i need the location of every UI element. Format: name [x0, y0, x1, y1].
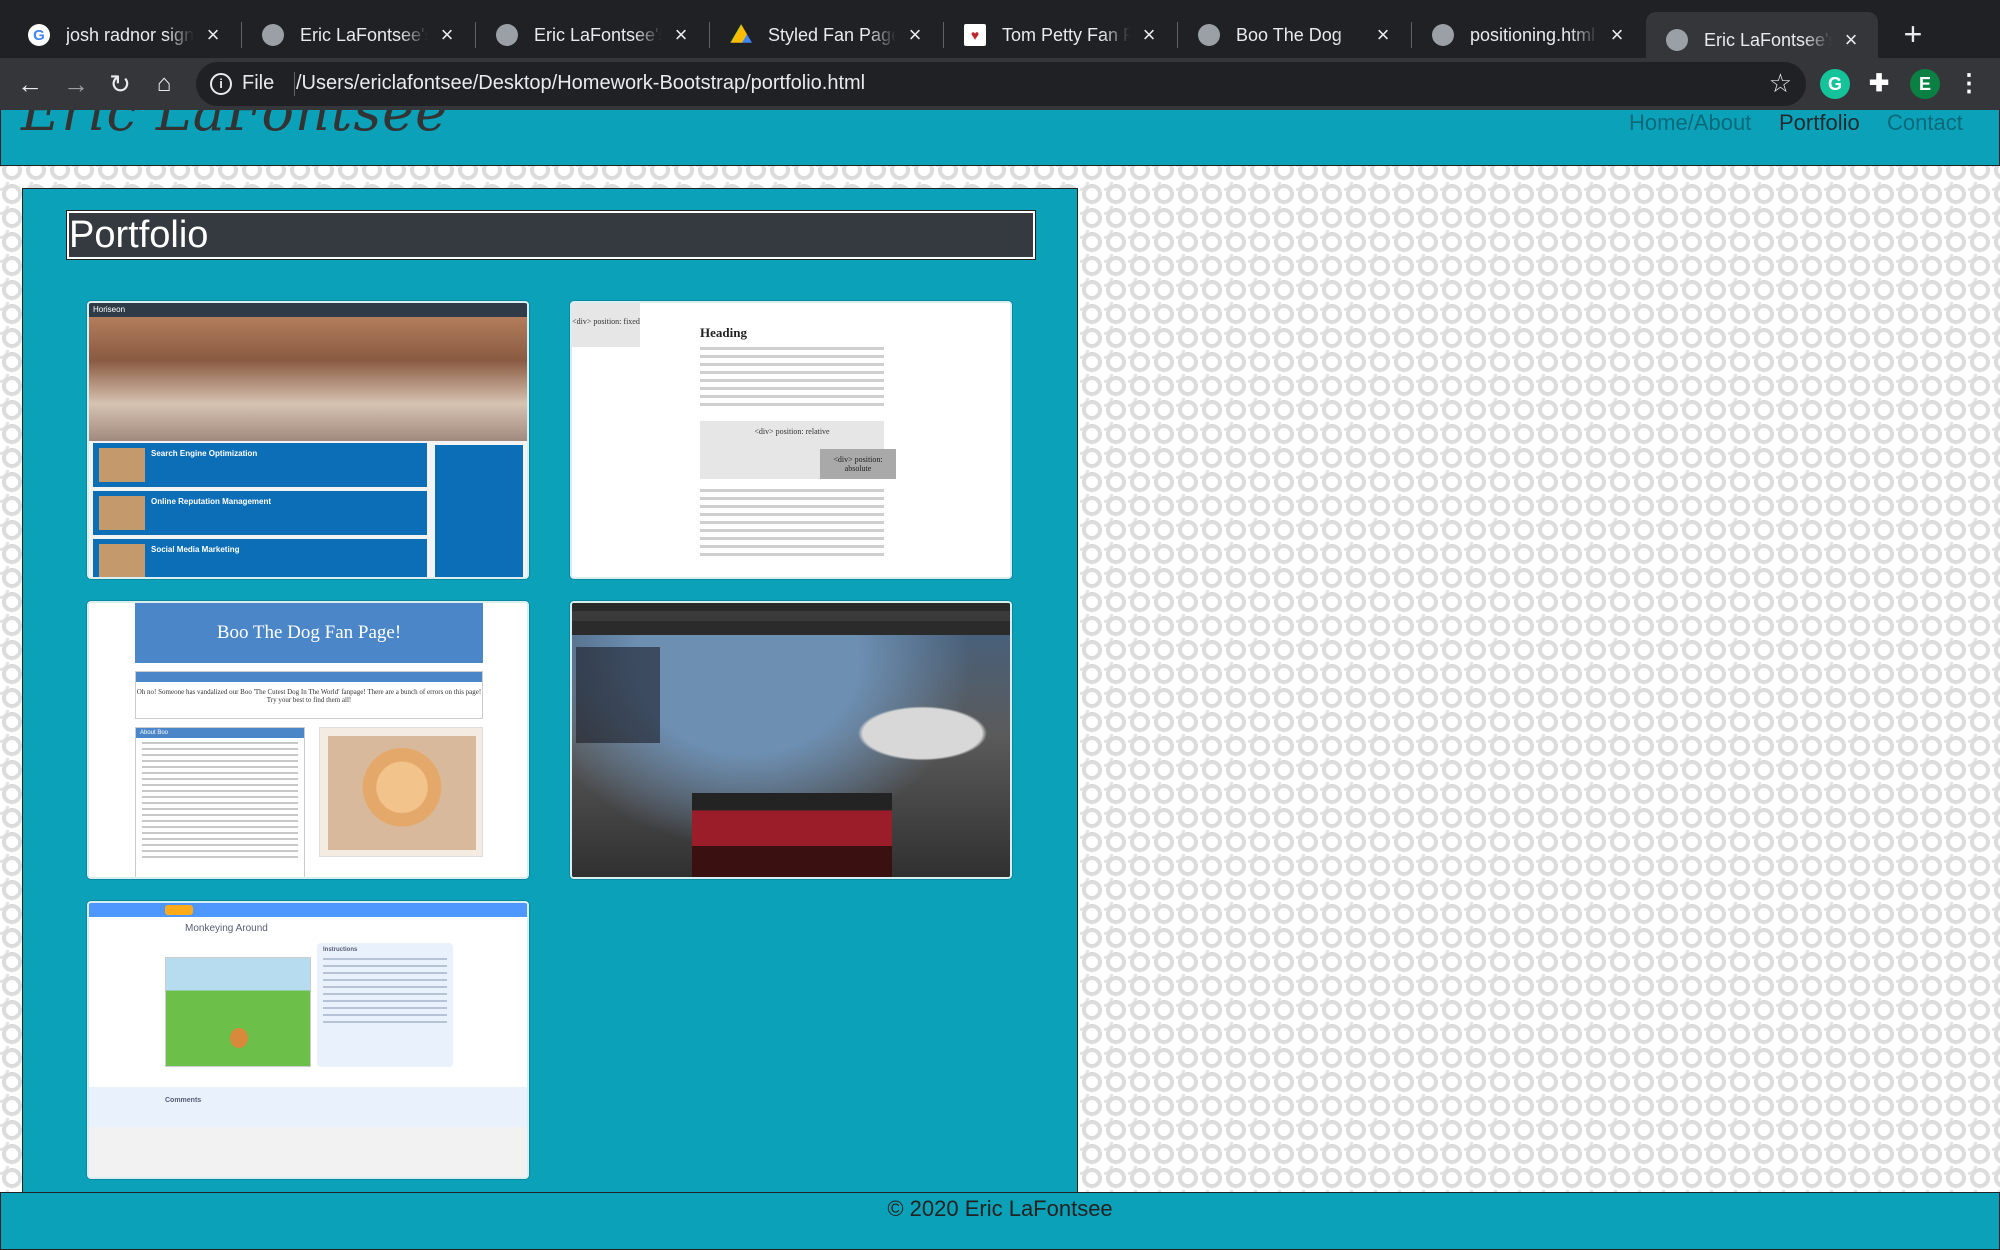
thumb-instructions: Oh no! Someone has vandalized our Boo 'T… — [135, 671, 483, 719]
thumb-project-title: Monkeying Around — [185, 923, 268, 934]
grammarly-icon[interactable]: G — [1820, 69, 1850, 99]
close-tab-icon[interactable]: × — [202, 24, 224, 46]
thumb-stage — [165, 957, 311, 1067]
close-tab-icon[interactable]: × — [1840, 29, 1862, 51]
thumb-tabs — [572, 611, 1010, 621]
browser-tab[interactable]: positioning.html × — [1412, 12, 1644, 58]
url-text[interactable]: /Users/ericlafontsee/Desktop/Homework-Bo… — [296, 72, 865, 95]
portfolio-panel: Portfolio Horiseon Search Engine Optimiz… — [22, 188, 1078, 1238]
thumb-album-table — [576, 647, 660, 743]
browser-tab[interactable]: Boo The Dog × — [1178, 12, 1410, 58]
thumb-brand: Horiseon — [89, 303, 527, 317]
globe-icon — [496, 24, 518, 46]
thumb-instructions: Instructions — [317, 943, 453, 1067]
browser-tab[interactable]: G josh radnor sign la × — [8, 12, 240, 58]
nav-contact[interactable]: Contact — [1887, 110, 1963, 136]
tom-petty-icon: ♥ — [964, 24, 986, 46]
thumb-about: About Boo — [135, 727, 305, 877]
site-footer: © 2020 Eric LaFontsee — [0, 1192, 2000, 1250]
thumb-sidebar — [435, 445, 523, 577]
thumb-comments: Comments — [89, 1087, 527, 1127]
browser-toolbar: ← → ↻ ⌂ i File /Users/ericlafontsee/Desk… — [0, 58, 2000, 110]
tab-title: josh radnor sign la — [66, 24, 194, 45]
browser-tab[interactable]: ♥ Tom Petty Fan Pag × — [944, 12, 1176, 58]
reload-icon[interactable]: ↻ — [102, 66, 138, 102]
browser-tab[interactable]: Styled Fan Page - × — [710, 12, 942, 58]
google-icon: G — [28, 24, 50, 46]
tab-title: Styled Fan Page - — [768, 24, 896, 45]
close-tab-icon[interactable]: × — [1606, 24, 1628, 46]
tab-title: positioning.html — [1470, 24, 1596, 45]
url-separator — [294, 72, 295, 96]
thumb-text-lines — [700, 489, 884, 561]
close-tab-icon[interactable]: × — [904, 24, 926, 46]
extensions-puzzle-icon[interactable]: ✚ — [1864, 69, 1894, 99]
thumb-heading: Heading — [700, 325, 747, 340]
thumb-fixed-box: <div> position: fixed — [572, 303, 640, 347]
browser-tab[interactable]: Eric LaFontsee's P × — [476, 12, 708, 58]
nav-portfolio[interactable]: Portfolio — [1779, 110, 1860, 136]
thumb-body: Search Engine Optimization Online Reputa… — [89, 441, 527, 577]
bookmark-star-icon[interactable]: ☆ — [1769, 68, 1792, 99]
portfolio-thumb-scratch[interactable]: Monkeying Around Instructions Comments — [87, 901, 529, 1179]
thumb-footer — [89, 1127, 527, 1177]
site-header: Eric LaFontsee Home/About Portfolio Cont… — [0, 110, 2000, 166]
portfolio-thumb-boo[interactable]: Boo The Dog Fan Page! Oh no! Someone has… — [87, 601, 529, 879]
thumb-scratch-nav — [89, 903, 527, 917]
globe-icon — [1432, 24, 1454, 46]
thumb-absolute-box: <div> position: absolute — [820, 449, 896, 479]
tab-title: Eric LaFontsee's P — [534, 24, 662, 45]
thumb-url-bar — [572, 621, 1010, 635]
tab-title: Tom Petty Fan Pag — [1002, 24, 1130, 45]
portfolio-thumb-tom-petty[interactable] — [570, 601, 1012, 879]
thumb-dog-photo — [319, 727, 483, 857]
thumb-banner: Boo The Dog Fan Page! — [135, 603, 483, 663]
thumb-card: Social Media Marketing — [93, 539, 427, 577]
close-tab-icon[interactable]: × — [1372, 24, 1394, 46]
menu-kebab-icon[interactable]: ⋮ — [1954, 69, 1984, 99]
portfolio-thumb-positioning[interactable]: <div> position: fixed Heading <div> posi… — [570, 301, 1012, 579]
forward-icon[interactable]: → — [58, 66, 94, 102]
portfolio-thumb-horiseon[interactable]: Horiseon Search Engine Optimization Onli… — [87, 301, 529, 579]
thumb-video — [692, 793, 892, 877]
globe-icon — [262, 24, 284, 46]
new-tab-icon[interactable]: + — [1896, 18, 1930, 52]
tab-title: Eric LaFontsee's P — [1704, 29, 1832, 50]
thumb-card: Search Engine Optimization — [93, 443, 427, 487]
globe-icon — [1666, 29, 1688, 51]
thumb-menubar — [572, 603, 1010, 611]
address-bar[interactable]: i File /Users/ericlafontsee/Desktop/Home… — [196, 62, 1806, 106]
profile-avatar[interactable]: E — [1910, 69, 1940, 99]
monkey-sprite — [230, 1028, 248, 1048]
google-drive-icon — [730, 24, 752, 43]
scratch-logo — [165, 905, 193, 915]
tab-title: Eric LaFontsee's P — [300, 24, 428, 45]
url-scheme: File — [242, 72, 275, 94]
thumb-hero-image — [89, 317, 527, 441]
thumb-text-lines — [700, 347, 884, 411]
site-brand[interactable]: Eric LaFontsee — [21, 110, 448, 143]
thumb-card: Online Reputation Management — [93, 491, 427, 535]
close-tab-icon[interactable]: × — [436, 24, 458, 46]
globe-icon — [1198, 24, 1220, 46]
browser-tab[interactable]: Eric LaFontsee's P × — [242, 12, 474, 58]
nav-home-about[interactable]: Home/About — [1629, 110, 1751, 136]
tab-title: Boo The Dog — [1236, 24, 1342, 45]
close-tab-icon[interactable]: × — [670, 24, 692, 46]
back-icon[interactable]: ← — [12, 66, 48, 102]
home-icon[interactable]: ⌂ — [146, 66, 182, 102]
page-title: Portfolio — [66, 210, 1036, 260]
page-viewport: Eric LaFontsee Home/About Portfolio Cont… — [0, 110, 2000, 1250]
close-tab-icon[interactable]: × — [1138, 24, 1160, 46]
info-icon[interactable]: i — [210, 73, 232, 95]
